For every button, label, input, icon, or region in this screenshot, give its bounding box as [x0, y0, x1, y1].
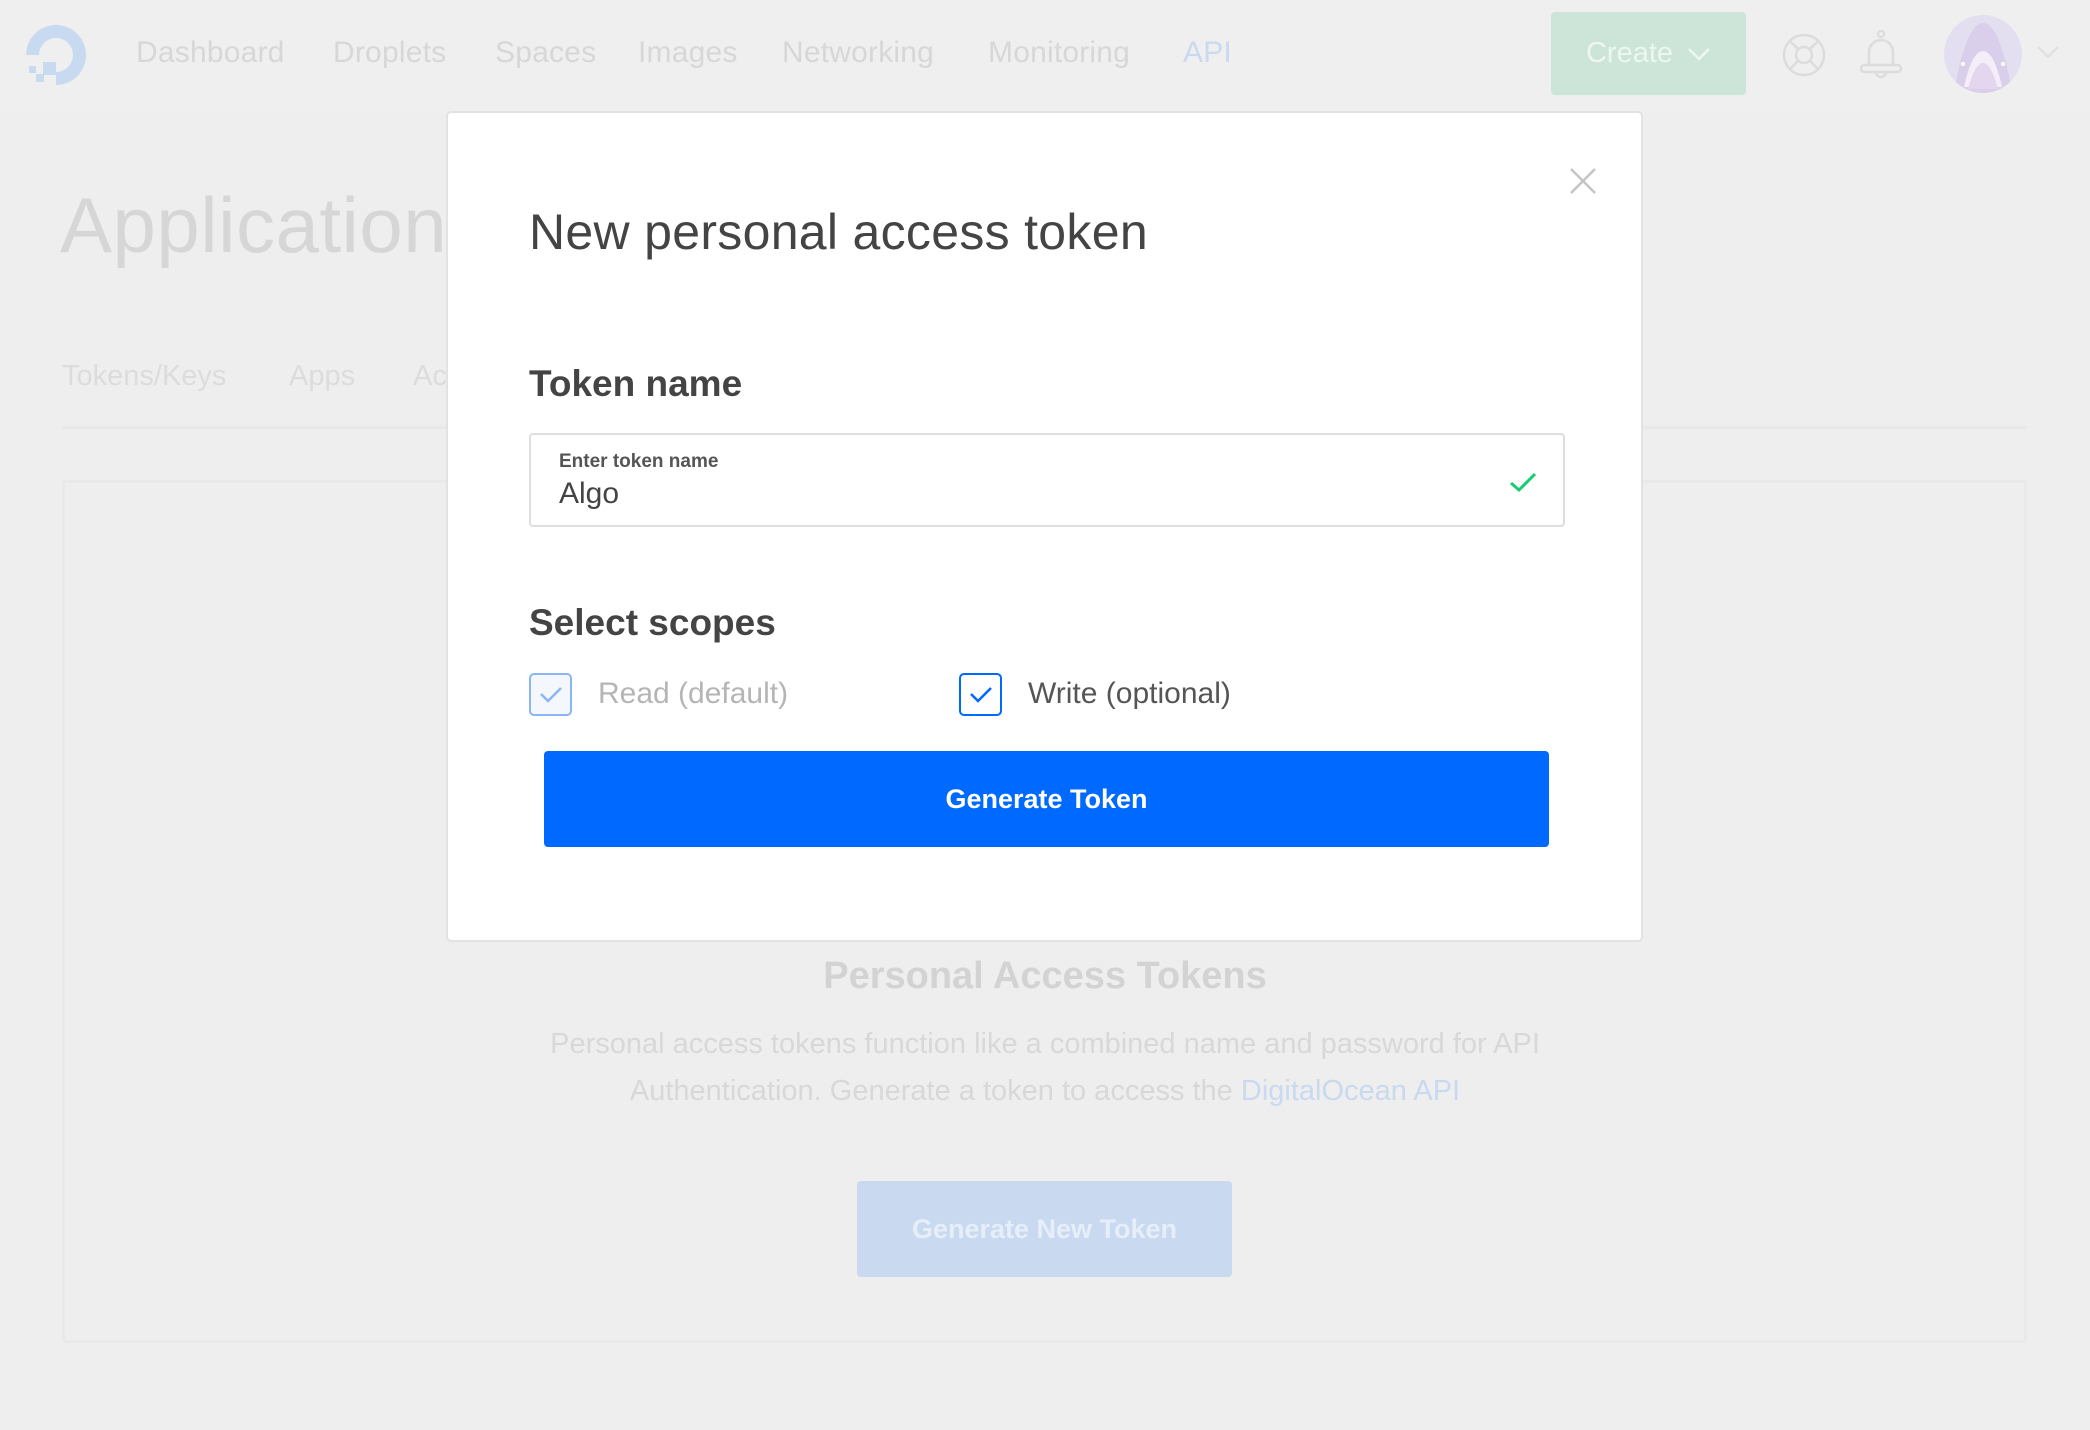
- token-name-heading: Token name: [529, 363, 743, 404]
- read-scope-label: Read (default): [598, 677, 789, 710]
- token-name-input[interactable]: Enter token name Algo: [529, 433, 1565, 527]
- write-scope-label[interactable]: Write (optional): [1028, 677, 1231, 711]
- select-scopes-heading: Select scopes: [529, 602, 776, 643]
- valid-check-icon: [1510, 472, 1537, 493]
- token-name-input-value[interactable]: Algo: [559, 477, 619, 511]
- new-token-modal: New personal access token Token name Ent…: [446, 111, 1643, 942]
- read-scope-checkbox: [529, 672, 572, 716]
- checkmark-icon: [539, 687, 562, 703]
- generate-token-button[interactable]: Generate Token: [544, 751, 1549, 847]
- scope-read: Read (default): [529, 672, 788, 716]
- checkmark-icon: [969, 687, 992, 703]
- write-scope-checkbox[interactable]: [959, 672, 1002, 716]
- modal-title: New personal access token: [529, 204, 1148, 260]
- token-name-input-label: Enter token name: [559, 451, 719, 472]
- scope-write[interactable]: Write (optional): [959, 672, 1231, 716]
- close-icon[interactable]: [1567, 165, 1599, 197]
